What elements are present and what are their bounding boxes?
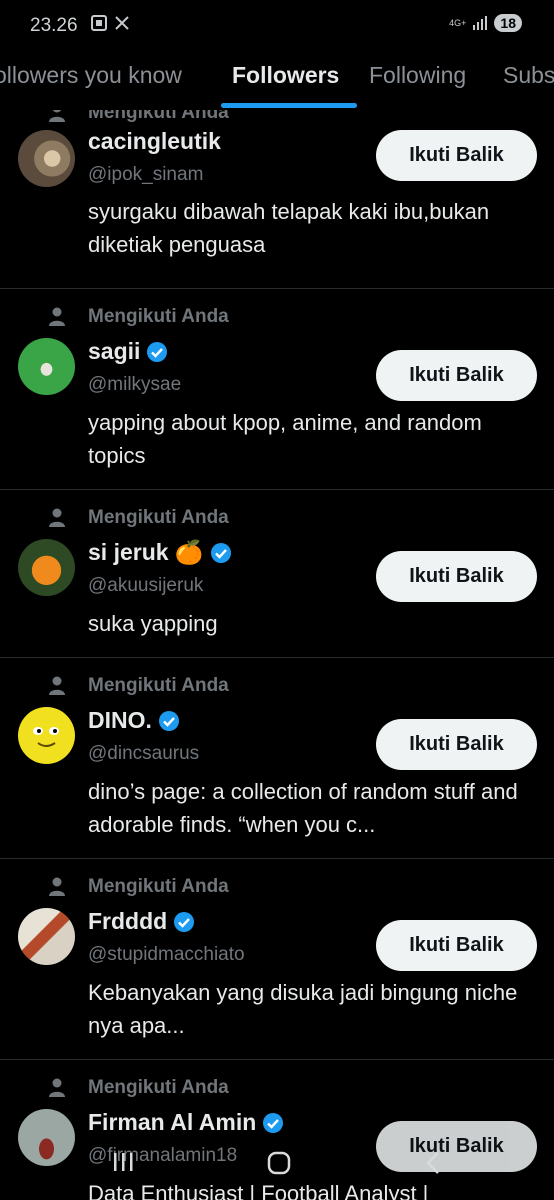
follows-you-context: Mengikuti Anda (48, 675, 229, 697)
follows-you-context: Mengikuti Anda (48, 306, 229, 328)
user-handle[interactable]: @stupidmacchiato (88, 944, 245, 966)
avatar[interactable] (18, 539, 75, 596)
follow-back-button[interactable]: Ikuti Balik (376, 920, 537, 971)
back-icon[interactable] (424, 1150, 442, 1176)
follows-you-context: Mengikuti Anda (48, 507, 229, 529)
tab-followers[interactable]: Followers (232, 62, 339, 89)
system-nav-bar (0, 1138, 554, 1200)
screenshot-icon (91, 15, 107, 31)
user-name[interactable]: Frdddd (88, 908, 195, 935)
context-label: Mengikuti Anda (88, 507, 229, 528)
person-icon (49, 307, 65, 326)
verified-badge-icon (158, 710, 179, 731)
verified-badge-icon (147, 341, 168, 362)
avatar[interactable] (18, 707, 75, 764)
user-name[interactable]: si jeruk 🍊 (88, 539, 232, 566)
status-right: 4G+ 18 (449, 14, 522, 32)
user-bio: suka yapping (88, 611, 218, 636)
user-handle[interactable]: @akuusijeruk (88, 575, 203, 597)
follow-back-button[interactable]: Ikuti Balik (376, 719, 537, 770)
tab-subscriptions[interactable]: Subs (503, 62, 554, 89)
verified-badge-icon (263, 1112, 284, 1133)
context-label: Mengikuti Anda (88, 110, 229, 123)
person-icon (49, 676, 65, 695)
verified-badge-icon (210, 542, 231, 563)
follows-you-context: Mengikuti Anda (48, 1077, 229, 1099)
list-item[interactable]: Mengikuti Anda sagii @milkysae yapping a… (0, 288, 554, 490)
battery-indicator: 18 (494, 14, 522, 32)
verified-badge-icon (174, 911, 195, 932)
follow-back-button[interactable]: Ikuti Balik (376, 130, 537, 181)
avatar[interactable] (18, 130, 75, 187)
user-bio: syurgaku dibawah telapak kaki ibu,bukan … (88, 199, 490, 257)
context-label: Mengikuti Anda (88, 1077, 229, 1098)
person-icon (49, 508, 65, 527)
list-item[interactable]: Mengikuti Anda si jeruk 🍊 @akuusijeruk s… (0, 489, 554, 658)
profile-tabs: ollowers you know Followers Following Su… (0, 52, 554, 110)
status-bar: 23.26 4G+ 18 (0, 0, 554, 52)
context-label: Mengikuti Anda (88, 675, 229, 696)
user-handle[interactable]: @dincsaurus (88, 743, 199, 765)
context-label: Mengikuti Anda (88, 306, 229, 327)
avatar[interactable] (18, 908, 75, 965)
list-item[interactable]: Mengikuti Anda DINO. @dincsaurus dino’s … (0, 657, 554, 859)
person-icon (49, 1078, 65, 1097)
person-icon (49, 877, 65, 896)
follow-back-button[interactable]: Ikuti Balik (376, 350, 537, 401)
user-name[interactable]: Firman Al Amin (88, 1109, 284, 1136)
tab-followers-you-know[interactable]: ollowers you know (0, 62, 182, 89)
person-icon (49, 110, 65, 122)
recent-apps-icon[interactable] (112, 1150, 134, 1174)
user-bio: yapping about kpop, anime, and random to… (88, 410, 482, 468)
list-item[interactable]: Mengikuti Anda cacingleutik @ipok_sinam … (0, 110, 554, 289)
follow-back-button[interactable]: Ikuti Balik (376, 551, 537, 602)
followers-list: Mengikuti Anda cacingleutik @ipok_sinam … (0, 110, 554, 1200)
smiley-face-icon (33, 727, 59, 747)
follows-you-context: Mengikuti Anda (48, 110, 229, 124)
user-name[interactable]: DINO. (88, 707, 180, 734)
signal-icon (473, 16, 488, 30)
home-icon[interactable] (266, 1150, 292, 1176)
avatar[interactable] (18, 338, 75, 395)
follows-you-context: Mengikuti Anda (48, 876, 229, 898)
user-bio: Kebanyakan yang disuka jadi bingung nich… (88, 980, 518, 1038)
user-name[interactable]: sagii (88, 338, 168, 365)
user-name[interactable]: cacingleutik (88, 128, 221, 155)
status-notification-icons (90, 14, 130, 32)
user-handle[interactable]: @ipok_sinam (88, 164, 203, 186)
status-time: 23.26 (30, 15, 78, 36)
list-item[interactable]: Mengikuti Anda Frdddd @stupidmacchiato K… (0, 858, 554, 1060)
x-logo-icon (115, 16, 129, 30)
tab-following[interactable]: Following (369, 62, 466, 89)
context-label: Mengikuti Anda (88, 876, 229, 897)
user-bio: dino’s page: a collection of random stuf… (88, 779, 518, 837)
active-tab-indicator (221, 103, 357, 108)
user-handle[interactable]: @milkysae (88, 374, 181, 396)
network-label: 4G+ (449, 17, 467, 28)
